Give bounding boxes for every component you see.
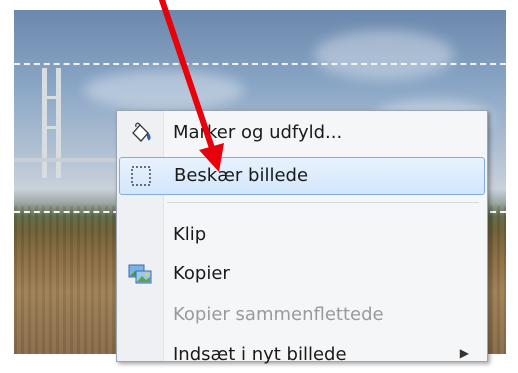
menu-item-kopier-sammenflettede[interactable]: Kopier sammenflettede — [119, 297, 483, 333]
selection-marquee-top — [14, 63, 506, 65]
menu-item-indsaet-i-nyt-billede[interactable]: Indsæt i nyt billede ▶ — [119, 337, 483, 373]
menu-item-marker-og-udfyld[interactable]: Marker og udfyld... — [119, 115, 483, 151]
menu-item-kopier[interactable]: Kopier — [119, 256, 483, 292]
paint-bucket-icon — [127, 121, 153, 145]
menu-item-klip[interactable]: Klip — [119, 217, 483, 253]
menu-item-label: Klip — [173, 224, 207, 245]
menu-item-label: Kopier — [173, 263, 230, 284]
context-menu: Marker og udfyld... Beskær billede Klip … — [116, 110, 488, 365]
menu-item-beskaer-billede[interactable]: Beskær billede — [119, 157, 485, 195]
menu-item-label: Beskær billede — [174, 165, 309, 186]
menu-item-label: Marker og udfyld... — [173, 122, 343, 143]
crop-selection-icon — [128, 164, 154, 188]
copy-image-icon — [127, 262, 153, 286]
menu-item-label: Kopier sammenflettede — [173, 304, 384, 325]
menu-item-label: Indsæt i nyt billede — [173, 344, 347, 365]
menu-separator — [167, 202, 479, 203]
submenu-arrow-icon: ▶ — [459, 346, 469, 360]
